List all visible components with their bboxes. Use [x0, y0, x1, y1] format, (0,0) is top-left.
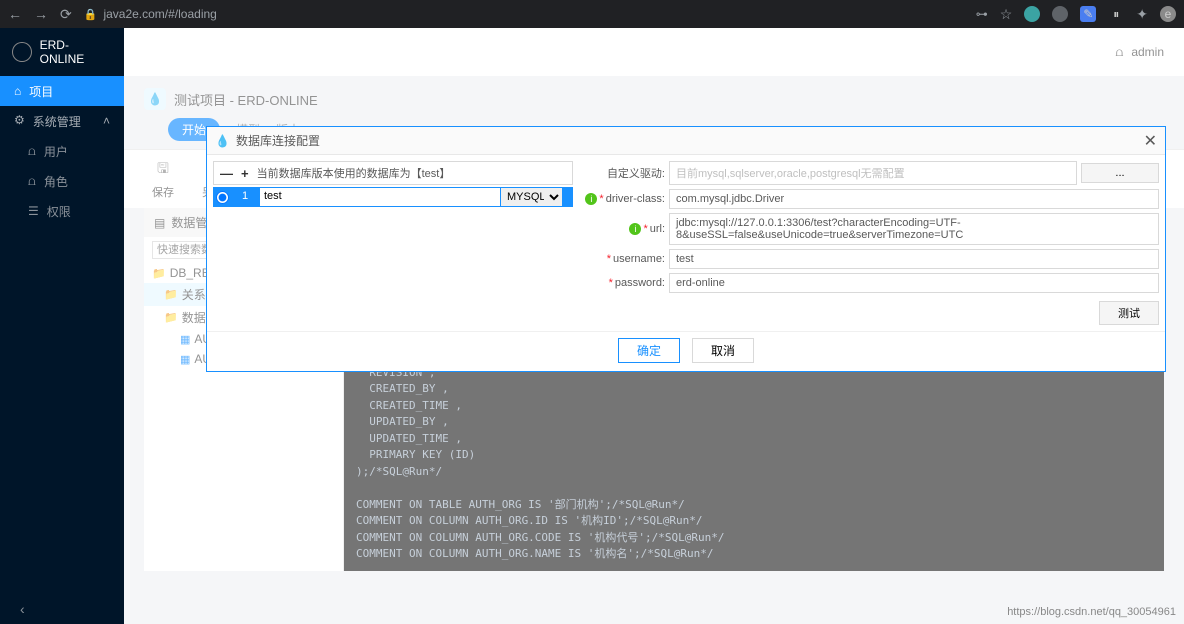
sidebar-item-label: 系统管理 — [33, 113, 81, 130]
url-label: url: — [650, 223, 665, 235]
sidebar-item-project[interactable]: ⌂ 项目 — [0, 76, 124, 106]
chevron-up-icon: ˄ — [103, 114, 110, 128]
forward-button[interactable]: → — [34, 6, 48, 23]
ext-icon-2[interactable] — [1052, 6, 1068, 22]
key-icon[interactable]: ⊶ — [976, 7, 988, 21]
lock-icon: 🔒 — [84, 8, 98, 21]
driver-class-label: driver-class: — [606, 193, 665, 205]
perm-icon: ☰ — [28, 204, 39, 218]
db-row[interactable]: 1 MYSQL — [213, 187, 573, 207]
custom-driver-label: 自定义驱动: — [579, 165, 665, 181]
cancel-button[interactable]: 取消 — [692, 338, 754, 363]
back-button[interactable]: ← — [8, 6, 22, 23]
sidebar-item-label: 权限 — [47, 203, 71, 220]
db-row-num: 1 — [231, 187, 259, 207]
sidebar-item-label: 用户 — [44, 143, 68, 160]
ext-icon-3[interactable]: ✎ — [1080, 6, 1096, 22]
extensions-icon[interactable]: ✦ — [1136, 6, 1148, 23]
sidebar-item-permissions[interactable]: ☰ 权限 — [0, 196, 124, 226]
reload-button[interactable]: ⟳ — [60, 6, 72, 23]
db-type-select[interactable]: MYSQL — [501, 188, 562, 206]
sidebar-collapse[interactable]: ‹ — [0, 594, 124, 624]
sidebar: ERD-ONLINE ⌂ 项目 ⚙ 系统管理 ˄ ⩍ 用户 ⩍ 角色 ☰ 权限 … — [0, 28, 124, 624]
role-icon: ⩍ — [28, 174, 36, 189]
test-connection-button[interactable]: 测试 — [1099, 301, 1159, 325]
db-list-header-text: 当前数据库版本使用的数据库为【test】 — [257, 165, 451, 181]
row-end — [563, 187, 573, 207]
db-config-dialog: 💧 数据库连接配置 ✕ — + 当前数据库版本使用的数据库为【test】 1 MY… — [206, 126, 1166, 372]
logo-row: ERD-ONLINE — [0, 28, 124, 76]
url-input[interactable]: jdbc:mysql://127.0.0.1:3306/test?charact… — [669, 213, 1159, 245]
profile-icon[interactable]: e — [1160, 6, 1176, 22]
password-input[interactable]: erd-online — [669, 273, 1159, 293]
username-input[interactable]: test — [669, 249, 1159, 269]
add-db-button[interactable]: + — [241, 166, 249, 181]
home-icon: ⌂ — [14, 84, 21, 98]
browser-bar: ← → ⟳ 🔒 java2e.com/#/loading ⊶ ☆ ✎ ⏸ ✦ e — [0, 0, 1184, 28]
remove-db-button[interactable]: — — [220, 166, 233, 181]
sidebar-item-label: 项目 — [29, 83, 53, 100]
star-icon[interactable]: ☆ — [1000, 6, 1013, 23]
sidebar-item-roles[interactable]: ⩍ 角色 — [0, 166, 124, 196]
driver-class-input[interactable]: com.mysql.jdbc.Driver — [669, 189, 1159, 209]
logo-icon — [12, 42, 32, 62]
db-name-input[interactable] — [264, 190, 496, 202]
brand-text: ERD-ONLINE — [40, 38, 112, 66]
sidebar-item-label: 角色 — [44, 173, 68, 190]
gear-icon: ⚙ — [14, 113, 25, 130]
ext-icon-4[interactable]: ⏸ — [1108, 6, 1124, 22]
info-icon: i — [585, 193, 597, 205]
db-select-radio[interactable] — [216, 191, 229, 204]
username-label: username: — [613, 253, 665, 265]
chevron-left-icon: ‹ — [20, 601, 25, 617]
drop-icon: 💧 — [215, 134, 230, 148]
user-icon: ⩍ — [28, 144, 36, 159]
sidebar-item-users[interactable]: ⩍ 用户 — [0, 136, 124, 166]
db-list-header: — + 当前数据库版本使用的数据库为【test】 — [213, 161, 573, 185]
browse-driver-button[interactable]: ... — [1081, 163, 1159, 183]
ext-icon-1[interactable] — [1024, 6, 1040, 22]
sidebar-item-system[interactable]: ⚙ 系统管理 ˄ — [0, 106, 124, 136]
url-text: java2e.com/#/loading — [103, 7, 216, 21]
info-icon: i — [629, 223, 641, 235]
dialog-title: 数据库连接配置 — [236, 132, 320, 149]
close-button[interactable]: ✕ — [1144, 131, 1157, 151]
custom-driver-input[interactable]: 目前mysql,sqlserver,oracle,postgresql无需配置 — [669, 161, 1077, 185]
watermark: https://blog.csdn.net/qq_30054961 — [1007, 606, 1176, 618]
ok-button[interactable]: 确定 — [618, 338, 680, 363]
password-label: password: — [615, 277, 665, 289]
url-bar[interactable]: 🔒 java2e.com/#/loading — [84, 7, 964, 21]
